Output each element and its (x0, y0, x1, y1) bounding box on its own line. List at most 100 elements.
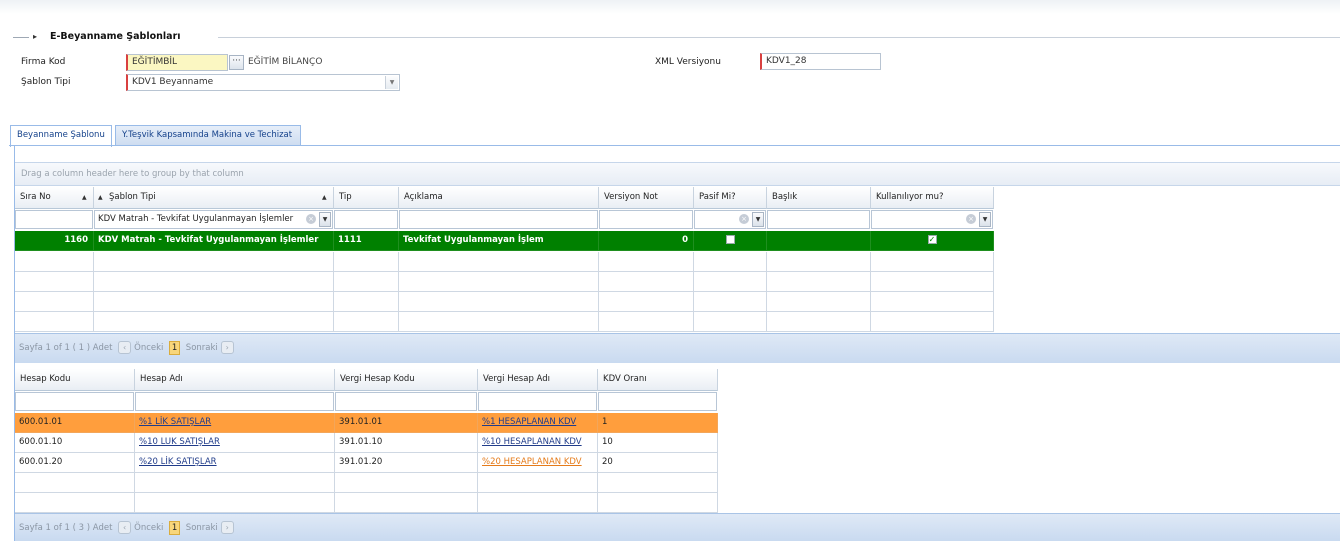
cell-baslik[interactable] (767, 231, 871, 251)
col-vergi-hesap-kodu[interactable]: Vergi Hesap Kodu (335, 369, 478, 391)
pasif-checkbox[interactable] (725, 235, 735, 244)
col-pasif-mi[interactable]: Pasif Mi? (694, 187, 767, 209)
chevron-left-icon[interactable]: ‹ (118, 341, 132, 354)
col-hesap-kodu[interactable]: Hesap Kodu (15, 369, 135, 391)
cell-aciklama[interactable]: Tevkifat Uygulanmayan İşlem (399, 231, 599, 251)
clear-filter-icon[interactable]: × (966, 214, 976, 224)
tab-beyanname-sablonu[interactable]: Beyanname Şablonu (10, 125, 112, 147)
hesap-adi-link[interactable]: %20 LİK SATIŞLAR (139, 457, 217, 467)
col-kdv-orani[interactable]: KDV Oranı (598, 369, 718, 391)
empty-cell (694, 312, 767, 332)
cell-vergi-hesap-kodu[interactable]: 391.01.20 (335, 453, 478, 473)
filter-hesap-adi[interactable] (135, 392, 334, 411)
empty-cell (871, 252, 994, 272)
empty-cell (94, 292, 334, 312)
filter-pasif-mi[interactable]: × ▼ (694, 210, 766, 229)
hesap-adi-link[interactable]: %1 LİK SATIŞLAR (139, 417, 211, 427)
cell-kdv-orani[interactable]: 1 (598, 413, 718, 433)
empty-cell (694, 272, 767, 292)
empty-cell (334, 312, 399, 332)
cell-vergi-hesap-adi[interactable]: %1 HESAPLANAN KDV (478, 413, 598, 433)
hesap-adi-link[interactable]: %10 LUK SATIŞLAR (139, 437, 220, 447)
col-aciklama[interactable]: Açıklama (399, 187, 599, 209)
col-sablon-tipi-label: Şablon Tipi (109, 192, 156, 202)
collapse-arrow-icon[interactable]: ▸ (33, 32, 37, 41)
cell-vergi-hesap-kodu[interactable]: 391.01.10 (335, 433, 478, 453)
vergi-hesap-adi-link[interactable]: %1 HESAPLANAN KDV (482, 417, 576, 427)
chevron-right-icon[interactable]: › (220, 341, 234, 354)
cell-hesap-kodu[interactable]: 600.01.10 (15, 433, 135, 453)
empty-cell (767, 272, 871, 292)
cell-hesap-adi[interactable]: %20 LİK SATIŞLAR (135, 453, 335, 473)
pager-page-number[interactable]: 1 (169, 340, 181, 355)
group-by-panel[interactable]: Drag a column header here to group by th… (15, 162, 1340, 186)
empty-cell (871, 312, 994, 332)
kullaniliyor-checkbox[interactable]: ✓ (927, 235, 937, 244)
filter-vergi-hesap-adi[interactable] (478, 392, 597, 411)
empty-cell (94, 312, 334, 332)
empty-cell (599, 292, 694, 312)
cell-kdv-orani[interactable]: 20 (598, 453, 718, 473)
cell-vergi-hesap-kodu[interactable]: 391.01.01 (335, 413, 478, 433)
chevron-down-icon[interactable]: ▼ (979, 212, 991, 227)
pager-prev[interactable]: Önceki (134, 523, 163, 533)
col-vergi-hesap-adi[interactable]: Vergi Hesap Adı (478, 369, 598, 391)
chevron-down-icon[interactable]: ▼ (319, 212, 331, 227)
cell-pasif-mi[interactable] (694, 231, 767, 251)
filter-versiyon-not[interactable] (599, 210, 693, 229)
xml-versiyon-input[interactable]: KDV1_28 (760, 53, 881, 70)
cell-sablon-tipi[interactable]: KDV Matrah - Tevkifat Uygulanmayan İşlem… (94, 231, 334, 251)
col-sira-no[interactable]: Sıra No ▲ (15, 187, 94, 209)
col-sira-no-label: Sıra No (20, 192, 51, 202)
cell-vergi-hesap-adi[interactable]: %20 HESAPLANAN KDV (478, 453, 598, 473)
col-hesap-adi[interactable]: Hesap Adı (135, 369, 335, 391)
vergi-hesap-adi-link[interactable]: %20 HESAPLANAN KDV (482, 457, 582, 467)
chevron-right-icon[interactable]: › (220, 521, 234, 534)
section-title: E-Beyanname Şablonları (50, 31, 181, 42)
pager-prev[interactable]: Önceki (134, 343, 163, 353)
cell-hesap-kodu[interactable]: 600.01.20 (15, 453, 135, 473)
cell-tip[interactable]: 1111 (334, 231, 399, 251)
filter-kullaniliyor-mu[interactable]: × ▼ (871, 210, 993, 229)
cell-hesap-adi[interactable]: %1 LİK SATIŞLAR (135, 413, 335, 433)
cell-vergi-hesap-adi[interactable]: %10 HESAPLANAN KDV (478, 433, 598, 453)
tab-strip-border (9, 145, 1340, 146)
filter-aciklama[interactable] (399, 210, 598, 229)
cell-sira-no[interactable]: 1160 (15, 231, 94, 251)
cell-hesap-kodu[interactable]: 600.01.01 (15, 413, 135, 433)
clear-filter-icon[interactable]: × (739, 214, 749, 224)
pager-next[interactable]: Sonraki (186, 523, 218, 533)
firma-kod-lookup-button[interactable]: ··· (229, 55, 244, 70)
chevron-left-icon[interactable]: ‹ (118, 521, 132, 534)
filter-kdv-orani[interactable] (598, 392, 717, 411)
col-tip[interactable]: Tip (334, 187, 399, 209)
sablon-tipi-select[interactable]: KDV1 Beyanname ▼ (126, 74, 400, 91)
filter-tip[interactable] (334, 210, 398, 229)
clear-filter-icon[interactable]: × (306, 214, 316, 224)
cell-kdv-orani[interactable]: 10 (598, 433, 718, 453)
col-versiyon-not[interactable]: Versiyon Not (599, 187, 694, 209)
firma-kod-input[interactable]: EĞİTİMBİL (126, 54, 228, 71)
cell-hesap-adi[interactable]: %10 LUK SATIŞLAR (135, 433, 335, 453)
empty-cell (15, 312, 94, 332)
empty-cell (478, 493, 598, 513)
cell-versiyon-not[interactable]: 0 (599, 231, 694, 251)
grid2-pager: Sayfa 1 of 1 ( 3 ) Adet ‹ Önceki 1 Sonrak… (15, 513, 1340, 541)
pager-info: Sayfa 1 of 1 ( 3 ) Adet (19, 523, 113, 533)
filter-hesap-kodu[interactable] (15, 392, 134, 411)
chevron-down-icon[interactable]: ▼ (385, 76, 398, 89)
filter-sablon-tipi[interactable]: KDV Matrah - Tevkifat Uygulanmayan İşlem… (94, 210, 333, 229)
pager-page-number[interactable]: 1 (169, 520, 181, 535)
empty-cell (135, 473, 335, 493)
chevron-down-icon[interactable]: ▼ (752, 212, 764, 227)
col-sablon-tipi[interactable]: ▲ Şablon Tipi ▲ (94, 187, 334, 209)
filter-vergi-hesap-kodu[interactable] (335, 392, 477, 411)
pager-next[interactable]: Sonraki (186, 343, 218, 353)
filter-sira-no[interactable] (15, 210, 93, 229)
col-baslik[interactable]: Başlık (767, 187, 871, 209)
filter-baslik[interactable] (767, 210, 870, 229)
vergi-hesap-adi-link[interactable]: %10 HESAPLANAN KDV (482, 437, 582, 447)
cell-kullaniliyor-mu[interactable]: ✓ (871, 231, 994, 251)
col-kullaniliyor-mu[interactable]: Kullanılıyor mu? (871, 187, 994, 209)
tab-ytesvik[interactable]: Y.Teşvik Kapsamında Makina ve Techizat (115, 125, 301, 146)
